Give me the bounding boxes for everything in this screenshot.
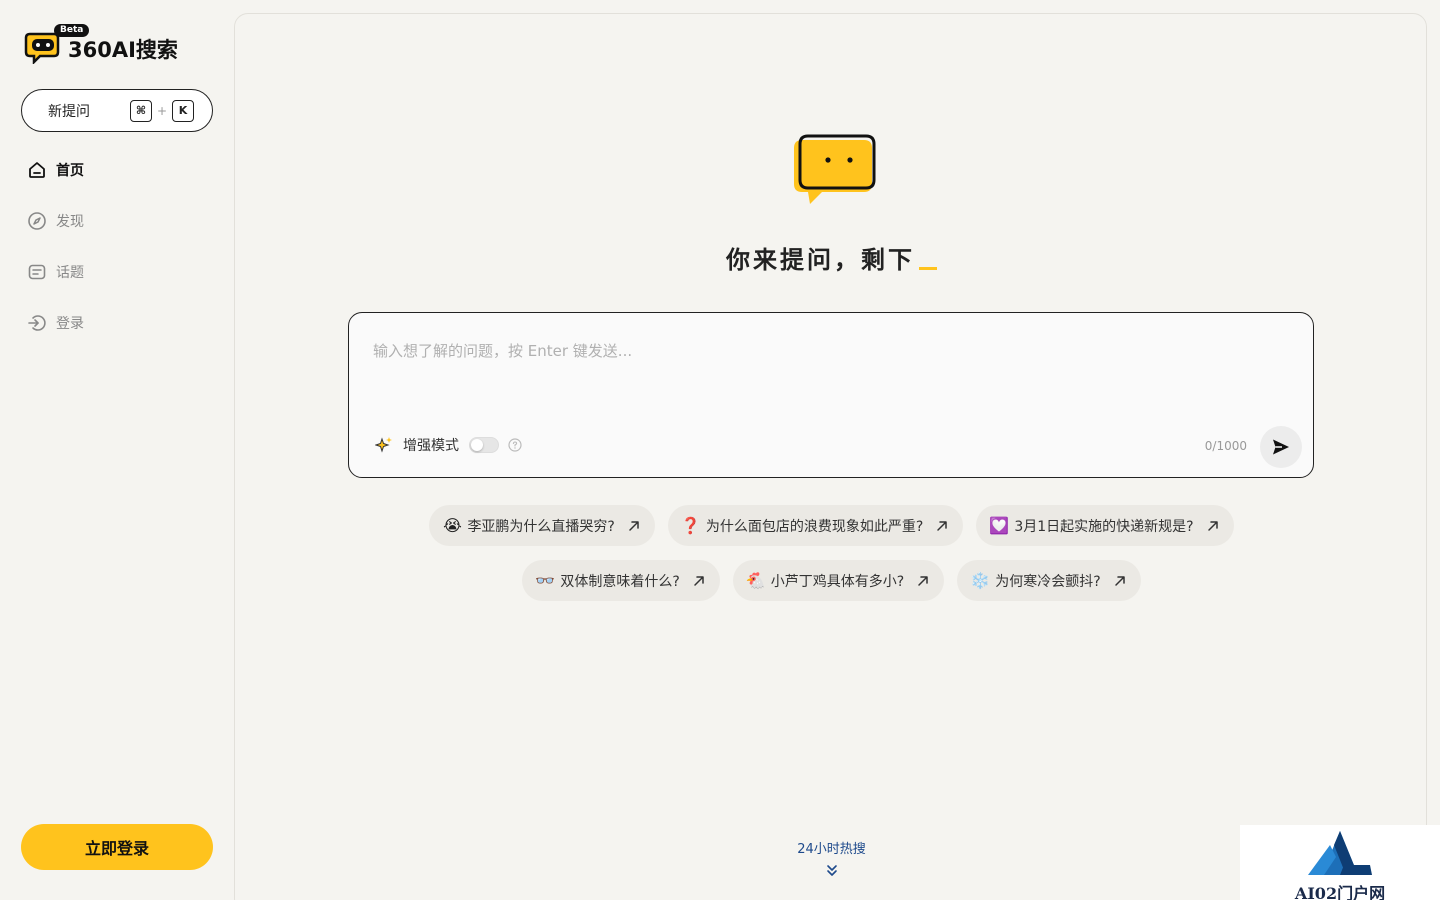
enhance-mode-toggle[interactable] — [469, 437, 499, 453]
page-headline: 你来提问，剩下 — [235, 240, 1428, 275]
typing-cursor — [919, 267, 937, 270]
hot-search-label: 24小时热搜 — [797, 842, 866, 857]
compass-icon — [27, 211, 47, 231]
brand-logo[interactable]: Beta 360AI搜索 — [24, 24, 194, 68]
shortcut-plus: + — [156, 103, 167, 118]
arrow-up-right-icon — [1114, 575, 1125, 586]
arrow-up-right-icon — [937, 520, 948, 531]
main-panel: 你来提问，剩下 增强模式 0/1000 — [234, 13, 1427, 900]
send-icon — [1273, 439, 1289, 455]
sidebar-item-topics[interactable]: 话题 — [27, 256, 217, 287]
sidebar-nav: 首页 发现 话题 登录 — [27, 154, 217, 358]
suggestion-text: 为何寒冷会颤抖? — [995, 573, 1101, 590]
suggestion-chip[interactable]: 🐔 小芦丁鸡具体有多小? — [732, 560, 945, 601]
suggestion-text: 为什么面包店的浪费现象如此严重? — [705, 518, 924, 535]
enhance-mode: 增强模式 — [375, 435, 522, 455]
suggestion-text: 双体制意味着什么? — [560, 573, 680, 590]
sidebar-item-home[interactable]: 首页 — [27, 154, 217, 185]
shortcut-k-key: K — [172, 99, 194, 122]
search-input[interactable] — [373, 339, 1273, 363]
sidebar-item-discover[interactable]: 发现 — [27, 205, 217, 236]
chicken-icon: 🐔 — [745, 571, 766, 590]
brand-name: 360AI搜索 — [68, 38, 178, 62]
sidebar-item-label: 发现 — [56, 213, 84, 230]
arrow-up-right-icon — [694, 575, 704, 586]
heart-icon: 💟 — [989, 516, 1010, 535]
suggestion-row: 👓 双体制意味着什么? 🐔 小芦丁鸡具体有多小? ❄️ 为何寒冷会颤抖? — [235, 560, 1428, 601]
send-button[interactable] — [1260, 426, 1302, 468]
glasses-icon: 👓 — [535, 571, 556, 590]
suggestion-text: 3月1日起实施的快递新规是? — [1014, 518, 1194, 535]
sidebar-item-label: 话题 — [56, 264, 84, 281]
sidebar: Beta 360AI搜索 新提问 ⌘ + K 首页 发现 话题 登录 立即登录 — [0, 0, 234, 900]
help-icon[interactable] — [508, 438, 522, 452]
enhance-mode-label: 增强模式 — [403, 438, 459, 454]
toggle-knob — [471, 439, 483, 451]
suggestion-chip[interactable]: ❓ 为什么面包店的浪费现象如此严重? — [667, 505, 964, 546]
mascot-logo-icon — [24, 32, 60, 64]
arrow-up-right-icon — [918, 575, 928, 586]
topic-icon — [27, 262, 47, 282]
suggestion-text: 李亚鹏为什么直播哭穷? — [467, 518, 615, 535]
sparkle-icon — [375, 437, 392, 453]
login-icon — [27, 313, 47, 333]
new-question-button[interactable]: 新提问 ⌘ + K — [21, 89, 213, 132]
watermark: AI02门户网 — [1240, 825, 1440, 900]
sidebar-item-label: 登录 — [56, 315, 84, 332]
snowflake-icon: ❄️ — [970, 571, 991, 590]
suggestion-chip[interactable]: 💟 3月1日起实施的快递新规是? — [976, 505, 1234, 546]
question-mark-icon: ❓ — [680, 516, 701, 535]
home-icon — [27, 160, 47, 180]
query-box: 增强模式 0/1000 — [348, 312, 1314, 478]
arrow-up-right-icon — [629, 520, 639, 531]
crying-face-icon: 😭 — [443, 516, 462, 535]
headline-text: 你来提问，剩下 — [726, 246, 915, 274]
suggestion-text: 小芦丁鸡具体有多小? — [770, 573, 905, 590]
arrow-up-right-icon — [1207, 520, 1218, 531]
suggestion-chip[interactable]: ❄️ 为何寒冷会颤抖? — [957, 560, 1141, 601]
shortcut-mod-key: ⌘ — [129, 99, 152, 122]
suggestion-chip[interactable]: 😭 李亚鹏为什么直播哭穷? — [429, 505, 655, 546]
new-question-label: 新提问 — [48, 103, 90, 120]
sidebar-item-login[interactable]: 登录 — [27, 307, 217, 338]
suggestion-row: 😭 李亚鹏为什么直播哭穷? ❓ 为什么面包店的浪费现象如此严重? 💟 3月1日起… — [235, 505, 1428, 546]
mascot-icon — [794, 134, 876, 204]
double-chevron-down-icon — [826, 865, 837, 876]
watermark-text: AI02门户网 — [1294, 884, 1386, 900]
char-counter: 0/1000 — [1204, 439, 1247, 453]
watermark-logo-icon — [1308, 831, 1372, 875]
login-now-button[interactable]: 立即登录 — [21, 824, 213, 870]
suggestion-chip[interactable]: 👓 双体制意味着什么? — [522, 560, 720, 601]
suggestion-chips: 😭 李亚鹏为什么直播哭穷? ❓ 为什么面包店的浪费现象如此严重? 💟 3月1日起… — [235, 505, 1428, 615]
sidebar-item-label: 首页 — [56, 162, 84, 179]
